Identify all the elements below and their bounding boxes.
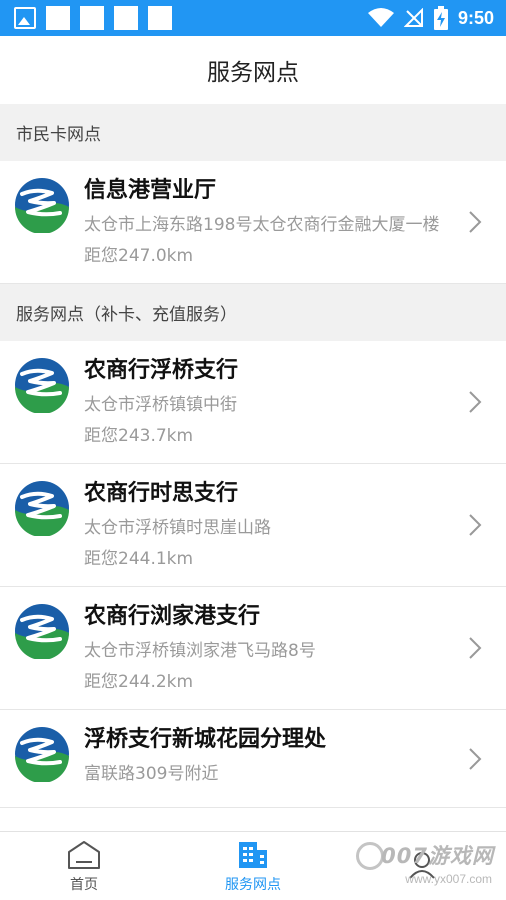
title-bar: 服务网点: [0, 36, 506, 104]
notification-icons: [14, 6, 172, 30]
list-item[interactable]: 浮桥支行新城花园分理处 富联路309号附近: [0, 710, 506, 808]
branch-distance: 距您244.2km: [84, 672, 194, 692]
branch-distance: 距您247.0km: [84, 246, 194, 266]
section-title: 服务网点（补卡、充值服务）: [16, 305, 237, 325]
list-item[interactable]: 农商行时思支行 太仓市浮桥镇时思崖山路 距您244.1km: [0, 464, 506, 587]
gallery-notification-icon: [14, 7, 36, 29]
list-item[interactable]: 信息港营业厅 太仓市上海东路198号太仓农商行金融大厦一楼 距您247.0km: [0, 161, 506, 284]
watermark-url: www.yx007.com: [405, 872, 492, 886]
section-header-citizen-card: 市民卡网点: [0, 104, 506, 161]
watermark-circle-icon: [356, 842, 384, 870]
no-signal-icon: [403, 8, 423, 27]
branch-distance: 距您244.1km: [84, 549, 194, 569]
bank-logo-icon: [15, 727, 69, 782]
chevron-right-icon: [469, 211, 482, 233]
watermark-text: 007游戏网: [381, 844, 494, 868]
branch-name: 农商行时思支行: [84, 481, 239, 506]
chevron-right-icon: [469, 747, 482, 770]
notification-box-icon: [46, 6, 70, 30]
branch-address: 太仓市浮桥镇镇中街: [84, 395, 237, 415]
branch-name: 农商行浮桥支行: [84, 358, 239, 383]
status-bar: 9:50: [0, 0, 506, 36]
bank-logo-icon: [15, 481, 69, 536]
branch-address: 富联路309号附近: [84, 764, 219, 784]
branch-name: 信息港营业厅: [84, 178, 217, 203]
section-title: 市民卡网点: [16, 125, 101, 145]
chevron-right-icon: [469, 514, 482, 536]
section-header-service-points: 服务网点（补卡、充值服务）: [0, 284, 506, 341]
branch-address: 太仓市浮桥镇浏家港飞马路8号: [84, 641, 316, 661]
home-icon: [68, 840, 100, 869]
watermark: 007游戏网 www.yx007.com: [340, 840, 500, 896]
battery-charging-icon: [433, 6, 448, 30]
branch-address: 太仓市上海东路198号太仓农商行金融大厦一楼: [84, 215, 440, 235]
notification-box-icon: [80, 6, 104, 30]
list-item[interactable]: 农商行浏家港支行 太仓市浮桥镇浏家港飞马路8号 距您244.2km: [0, 587, 506, 710]
wifi-icon: [367, 8, 394, 27]
branch-distance: 距您243.7km: [84, 426, 194, 446]
branch-address: 太仓市浮桥镇时思崖山路: [84, 518, 271, 538]
tab-label: 首页: [70, 876, 98, 893]
bank-logo-icon: [15, 604, 69, 659]
bank-logo-icon: [15, 358, 69, 413]
bank-logo-icon: [15, 178, 69, 233]
notification-box-icon: [148, 6, 172, 30]
chevron-right-icon: [469, 391, 482, 413]
building-icon: [239, 841, 267, 868]
list-item[interactable]: 农商行浮桥支行 太仓市浮桥镇镇中街 距您243.7km: [0, 341, 506, 464]
notification-box-icon: [114, 6, 138, 30]
chevron-right-icon: [469, 637, 482, 659]
system-icons: 9:50: [367, 5, 494, 31]
branch-list[interactable]: 市民卡网点 信息港营业厅 太仓市上海东路198号太仓农商行金融大厦一楼 距您24…: [0, 104, 506, 831]
tab-home[interactable]: 首页: [0, 832, 168, 900]
clock: 9:50: [457, 7, 494, 28]
branch-name: 农商行浏家港支行: [84, 604, 261, 629]
tab-service-points[interactable]: 服务网点: [169, 832, 337, 900]
page-title: 服务网点: [207, 60, 299, 86]
branch-name: 浮桥支行新城花园分理处: [84, 727, 327, 752]
tab-label: 服务网点: [225, 876, 281, 893]
